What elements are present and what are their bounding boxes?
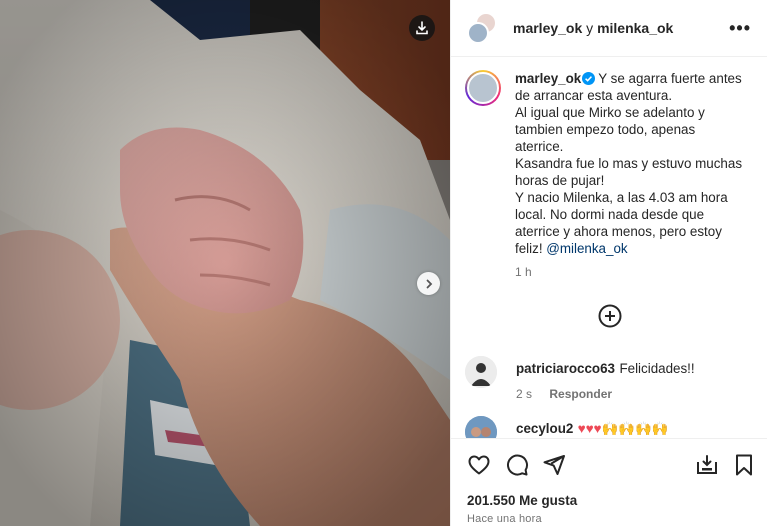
comment-username[interactable]: patriciarocco63 xyxy=(516,361,615,376)
caption-line: tambien empezo todo, apenas xyxy=(515,122,696,137)
caption-line: aterrice. xyxy=(515,139,564,154)
avatar[interactable] xyxy=(465,356,497,388)
caption-line: aterrice y ahora menos, pero estoy xyxy=(515,224,722,239)
post-header: marley_ok y milenka_ok ••• xyxy=(451,0,767,57)
caption-line: de arrancar esta aventura. xyxy=(515,88,673,103)
heart-emojis: ♥♥♥ xyxy=(577,421,602,436)
caption-line: local. No dormi nada desde que xyxy=(515,207,705,222)
avatar xyxy=(467,22,489,44)
mention-link[interactable]: @milenka_ok xyxy=(546,241,627,256)
post-timestamp[interactable]: Hace una hora xyxy=(467,513,542,525)
caption-line: Al igual que Mirko se adelanto y xyxy=(515,105,705,120)
caption-username[interactable]: marley_ok xyxy=(515,71,581,86)
plus-circle-icon[interactable] xyxy=(598,304,622,328)
verified-badge-icon xyxy=(582,72,596,85)
caption-line: feliz! xyxy=(515,241,547,256)
instagram-post-modal: marley_ok y milenka_ok ••• marley_ok Y se… xyxy=(0,0,767,526)
story-ring-avatar[interactable] xyxy=(465,70,501,106)
send-icon[interactable] xyxy=(542,453,566,477)
caption-line: horas de pujar! xyxy=(515,173,605,188)
caption-line: Y se agarra fuerte antes xyxy=(598,71,742,86)
author-username[interactable]: marley_ok xyxy=(513,20,582,36)
avatar xyxy=(467,72,499,104)
post-caption: marley_ok Y se agarra fuerte antes de arr… xyxy=(451,57,767,279)
baby-hand-photo xyxy=(0,0,450,526)
save-to-collection-icon[interactable] xyxy=(695,453,719,477)
comment-item: patriciarocco63 Felicidades!! 2 s Respon… xyxy=(465,356,695,401)
caption-timestamp[interactable]: 1 h xyxy=(515,265,742,279)
caption-line: Y nacio Milenka, a las 4.03 am hora xyxy=(515,190,728,205)
download-icon xyxy=(416,21,428,35)
comment-text: Felicidades!! xyxy=(619,361,695,376)
comment-text: ♥♥♥🙌🙌🙌🙌 xyxy=(578,421,669,436)
chevron-right-icon xyxy=(426,279,432,288)
heart-icon[interactable] xyxy=(467,453,491,477)
post-photo[interactable] xyxy=(0,0,450,526)
post-authors[interactable]: marley_ok y milenka_ok xyxy=(513,20,673,36)
next-photo-button[interactable] xyxy=(417,272,440,295)
post-sidebar: marley_ok y milenka_ok ••• marley_ok Y se… xyxy=(450,0,767,526)
likes-count[interactable]: 201.550 Me gusta xyxy=(467,493,577,508)
comment-timestamp[interactable]: 2 s xyxy=(516,387,532,401)
comment-username[interactable]: cecylou2 xyxy=(516,421,573,436)
comment-icon[interactable] xyxy=(505,453,529,477)
raised-hands-emojis: 🙌🙌🙌🙌 xyxy=(601,421,669,436)
author-username[interactable]: milenka_ok xyxy=(597,20,673,36)
avatar-image xyxy=(465,356,497,388)
more-options-icon[interactable]: ••• xyxy=(729,18,751,39)
bookmark-icon[interactable] xyxy=(732,453,756,477)
caption-line: Kasandra fue lo mas y estuvo muchas xyxy=(515,156,743,171)
reply-button[interactable]: Responder xyxy=(549,387,612,401)
post-actions: 201.550 Me gusta Hace una hora xyxy=(451,438,767,526)
collab-avatars[interactable] xyxy=(465,10,501,46)
caption-text: marley_ok Y se agarra fuerte antes de arr… xyxy=(515,70,742,257)
download-button[interactable] xyxy=(409,15,435,41)
authors-conjunction: y xyxy=(586,20,594,36)
